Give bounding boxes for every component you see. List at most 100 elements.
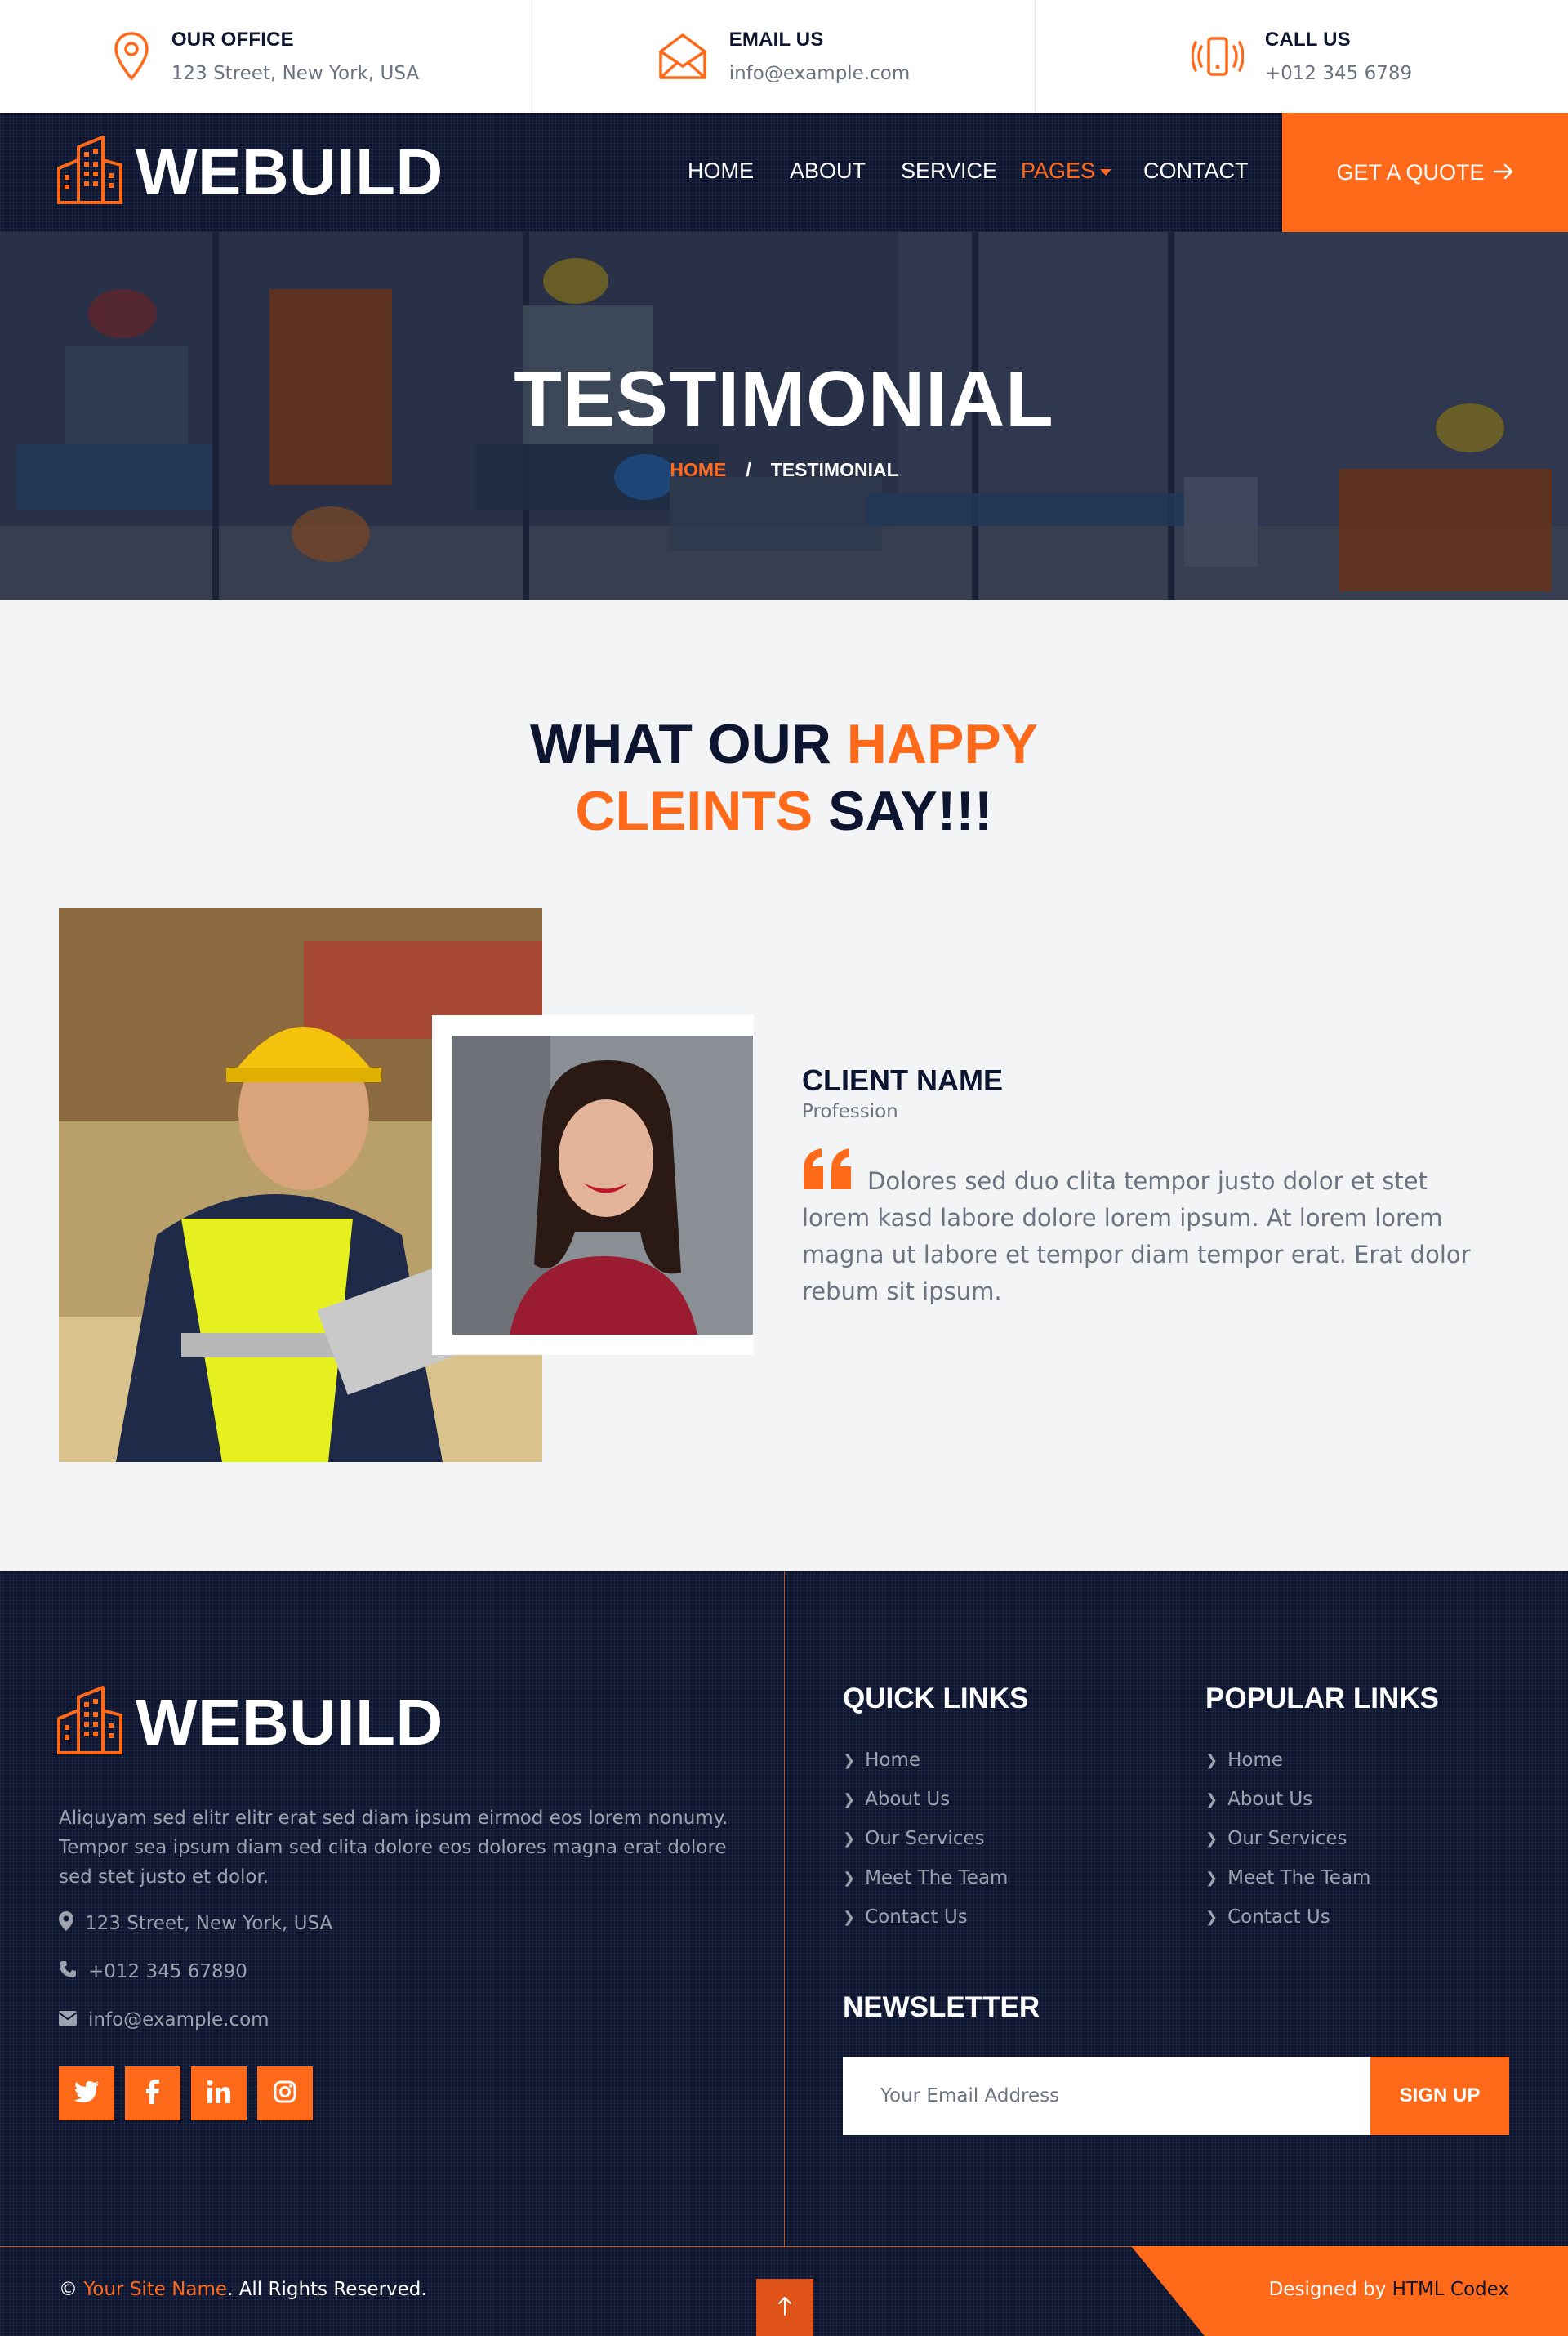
office-info: OUR OFFICE 123 Street, New York, USA	[0, 0, 532, 113]
section-title-part1: WHAT OUR	[529, 713, 847, 775]
copyright-suffix: . All Rights Reserved.	[227, 2279, 427, 2300]
back-to-top-button[interactable]	[756, 2279, 813, 2336]
popular-link-home[interactable]: ❯ Home	[1205, 1750, 1283, 1771]
breadcrumb-home[interactable]: HOME	[670, 459, 726, 480]
designed-by-prefix: Designed by	[1268, 2279, 1387, 2300]
footer-phone: +012 345 67890	[59, 1960, 247, 1983]
nav-pages-label: PAGES	[1021, 158, 1096, 183]
caret-down-icon	[1100, 168, 1112, 176]
get-a-quote-label: GET A QUOTE	[1336, 159, 1485, 185]
footer-brand-logo[interactable]: WEBUILD	[57, 1686, 443, 1759]
newsletter-heading: NEWSLETTER	[843, 1991, 1040, 2023]
quick-link-label: Contact Us	[865, 1906, 968, 1928]
client-photo	[452, 1036, 753, 1335]
newsletter-email-input[interactable]	[843, 2057, 1370, 2135]
popular-link-label: Meet The Team	[1227, 1867, 1371, 1888]
envelope-icon	[58, 2009, 78, 2031]
office-address: 123 Street, New York, USA	[171, 63, 420, 84]
page-title: TESTIMONIAL	[514, 355, 1054, 443]
phone-ringing-icon	[1191, 35, 1244, 78]
quick-link-contact[interactable]: ❯ Contact Us	[843, 1906, 968, 1928]
section-title-part2: SAY!!!	[813, 780, 993, 842]
nav-contact[interactable]: CONTACT	[1143, 158, 1249, 184]
chevron-right-icon: ❯	[843, 1751, 856, 1769]
section-title-highlight2: CLEINTS	[575, 780, 813, 842]
designed-by: Designed by HTML Codex	[1269, 2279, 1509, 2300]
nav-home[interactable]: HOME	[688, 158, 754, 184]
footer-phone-text[interactable]: +012 345 67890	[88, 1961, 247, 1982]
breadcrumb-current: TESTIMONIAL	[770, 459, 898, 480]
quick-link-label: About Us	[865, 1789, 951, 1810]
twitter-icon	[74, 2080, 99, 2106]
office-label: OUR OFFICE	[171, 29, 294, 51]
map-pin-icon	[113, 31, 150, 82]
get-a-quote-button[interactable]: GET A QUOTE	[1282, 113, 1568, 232]
quick-link-label: Meet The Team	[865, 1867, 1009, 1888]
client-profession: Profession	[802, 1101, 898, 1122]
email-label: EMAIL US	[728, 29, 824, 51]
brand-logo[interactable]: WEBUILD	[57, 136, 443, 208]
copyright: © Your Site Name. All Rights Reserved.	[59, 2279, 427, 2300]
quick-link-team[interactable]: ❯ Meet The Team	[843, 1867, 1008, 1888]
topbar: OUR OFFICE 123 Street, New York, USA EMA…	[0, 0, 1568, 113]
site-name-link[interactable]: Your Site Name	[83, 2279, 227, 2300]
email-info: EMAIL US info@example.com	[532, 0, 1036, 113]
envelope-icon	[657, 32, 708, 81]
copyright-symbol: ©	[59, 2279, 78, 2300]
footer-about-text: Aliquyam sed elitr elitr erat sed diam i…	[59, 1808, 728, 1888]
breadcrumb-separator: /	[746, 459, 751, 480]
nav-service[interactable]: SERVICE	[901, 158, 997, 184]
quick-link-label: Home	[865, 1750, 921, 1771]
nav-pages[interactable]: PAGES	[1021, 158, 1112, 184]
facebook-icon	[146, 2079, 159, 2108]
brand-name: WEBUILD	[136, 135, 443, 208]
popular-link-about[interactable]: ❯ About Us	[1205, 1789, 1312, 1810]
breadcrumb: HOME / TESTIMONIAL	[0, 459, 1568, 481]
client-name: CLIENT NAME	[802, 1063, 1003, 1097]
popular-link-label: Our Services	[1227, 1828, 1348, 1849]
building-icon	[57, 136, 122, 208]
call-number[interactable]: +012 345 6789	[1265, 63, 1412, 84]
instagram-button[interactable]	[257, 2066, 313, 2120]
nav-about[interactable]: ABOUT	[790, 158, 866, 184]
instagram-icon	[274, 2080, 296, 2107]
facebook-button[interactable]	[125, 2066, 180, 2120]
footer-brand-name: WEBUILD	[136, 1685, 443, 1759]
chevron-right-icon: ❯	[843, 1830, 856, 1848]
map-marker-icon	[59, 1911, 74, 1936]
chevron-right-icon: ❯	[1205, 1869, 1218, 1887]
popular-link-label: Home	[1227, 1750, 1284, 1771]
linkedin-button[interactable]	[191, 2066, 247, 2120]
quick-link-home[interactable]: ❯ Home	[843, 1750, 920, 1771]
popular-links-heading: POPULAR LINKS	[1205, 1683, 1439, 1714]
phone-icon	[59, 1960, 77, 1983]
email-value[interactable]: info@example.com	[729, 63, 911, 84]
footer-address: 123 Street, New York, USA	[59, 1911, 332, 1936]
section-title-highlight1: HAPPY	[846, 713, 1039, 775]
designer-link[interactable]: HTML Codex	[1392, 2279, 1509, 2300]
call-label: CALL US	[1264, 29, 1351, 51]
footer-divider	[784, 1571, 785, 2246]
chevron-right-icon: ❯	[1205, 1790, 1218, 1808]
chevron-right-icon: ❯	[1205, 1830, 1218, 1848]
quick-link-about[interactable]: ❯ About Us	[843, 1789, 950, 1810]
quick-link-services[interactable]: ❯ Our Services	[843, 1828, 985, 1849]
sign-up-button[interactable]: SIGN UP	[1370, 2057, 1509, 2135]
quick-link-label: Our Services	[865, 1828, 985, 1849]
chevron-right-icon: ❯	[843, 1908, 856, 1926]
twitter-button[interactable]	[59, 2066, 114, 2120]
navbar: WEBUILD HOME ABOUT SERVICE PAGES CONTACT…	[0, 113, 1568, 232]
popular-link-services[interactable]: ❯ Our Services	[1205, 1828, 1348, 1849]
testimonial-quote: Dolores sed duo clita tempor justo dolor…	[802, 1167, 1471, 1305]
section-title: WHAT OUR HAPPY CLEINTS SAY!!!	[0, 711, 1568, 845]
popular-link-contact[interactable]: ❯ Contact Us	[1205, 1906, 1330, 1928]
arrow-up-icon	[777, 2295, 792, 2320]
popular-link-label: About Us	[1227, 1789, 1313, 1810]
linkedin-icon	[207, 2080, 230, 2107]
call-info: CALL US +012 345 6789	[1036, 0, 1568, 113]
popular-link-team[interactable]: ❯ Meet The Team	[1205, 1867, 1370, 1888]
building-icon	[57, 1686, 122, 1759]
arrow-right-icon	[1493, 160, 1514, 185]
chevron-right-icon: ❯	[843, 1869, 856, 1887]
footer-email-text[interactable]: info@example.com	[88, 2009, 270, 2031]
